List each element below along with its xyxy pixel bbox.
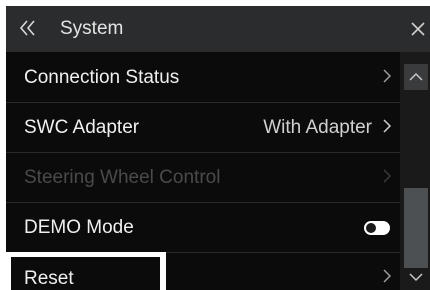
- page-title: System: [60, 18, 124, 39]
- chevron-right-icon: [380, 66, 394, 86]
- list-item-demo-mode[interactable]: DEMO Mode: [6, 202, 400, 253]
- scroll-thumb[interactable]: [404, 188, 428, 268]
- chevron-right-icon: [380, 266, 394, 286]
- scroll-down-button[interactable]: [404, 264, 428, 290]
- list-item-label: Connection Status: [24, 67, 180, 88]
- list-item-value: With Adapter: [263, 117, 372, 138]
- chevron-right-icon: [380, 116, 394, 136]
- toggle-knob: [366, 223, 376, 233]
- header-bar: System: [6, 6, 430, 52]
- chevron-right-icon: [380, 166, 394, 186]
- close-icon[interactable]: [406, 16, 430, 42]
- list-item-label: SWC Adapter: [24, 117, 140, 138]
- system-settings-screen: System Connection Status SWC Adapter Wit…: [6, 6, 430, 290]
- list-item-connection-status[interactable]: Connection Status: [6, 52, 400, 103]
- list-item-label: Steering Wheel Control: [24, 167, 221, 188]
- scroll-up-button[interactable]: [404, 64, 428, 90]
- list-item-steering-wheel-control: Steering Wheel Control: [6, 152, 400, 203]
- chevron-down-icon: [409, 273, 423, 282]
- list-item-label: DEMO Mode: [24, 217, 134, 238]
- double-chevron-left-icon[interactable]: [14, 14, 42, 42]
- scrollbar[interactable]: [400, 52, 430, 290]
- demo-mode-toggle[interactable]: [364, 221, 390, 235]
- list-item-reset[interactable]: Reset: [6, 252, 400, 290]
- list-item-swc-adapter[interactable]: SWC Adapter With Adapter: [6, 102, 400, 153]
- list-item-label: Reset: [24, 268, 74, 289]
- chevron-up-icon: [409, 72, 423, 81]
